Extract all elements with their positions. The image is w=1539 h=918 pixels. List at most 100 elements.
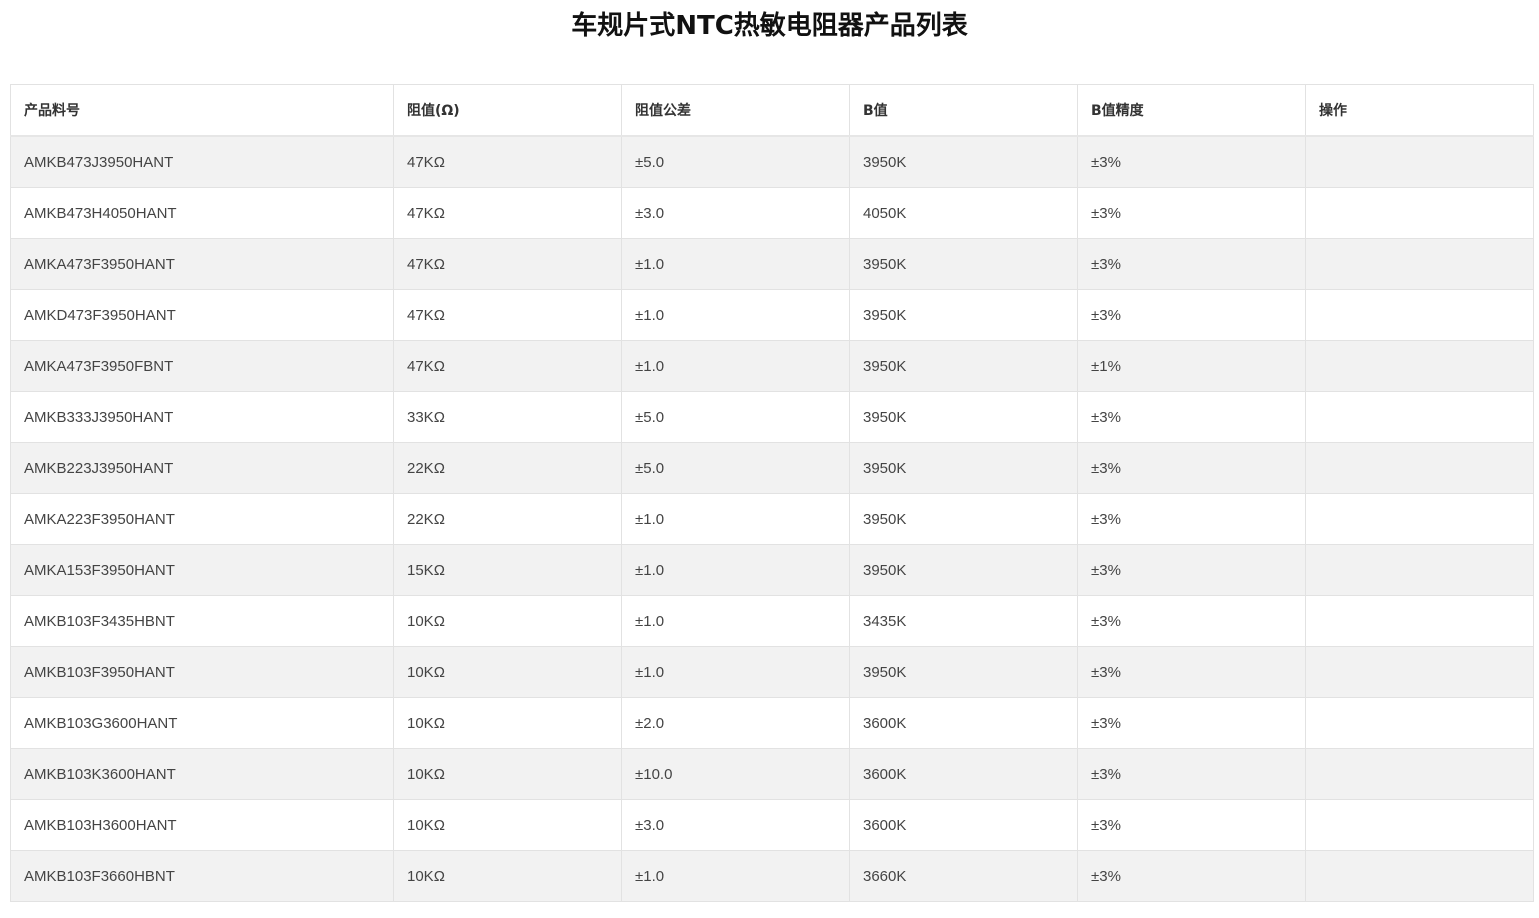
b-accuracy-cell: ±3%: [1077, 238, 1306, 290]
resistance-cell: 15KΩ: [393, 544, 622, 596]
product-table: 产品料号 阻值(Ω) 阻值公差 B值 B值精度 操作 AMKB473J3950H…: [10, 84, 1534, 902]
b-value-cell: 4050K: [849, 187, 1078, 239]
actions-cell[interactable]: [1305, 442, 1534, 494]
actions-cell[interactable]: [1305, 391, 1534, 443]
table-row[interactable]: AMKB103F3950HANT 10KΩ ±1.0 3950K ±3%: [10, 646, 1534, 698]
resistance-cell: 22KΩ: [393, 442, 622, 494]
table-row[interactable]: AMKA473F3950FBNT 47KΩ ±1.0 3950K ±1%: [10, 340, 1534, 392]
tolerance-cell: ±5.0: [621, 391, 850, 443]
part-number-cell: AMKA473F3950HANT: [10, 238, 394, 290]
resistance-cell: 33KΩ: [393, 391, 622, 443]
part-number-cell: AMKA223F3950HANT: [10, 493, 394, 545]
column-header-b-value[interactable]: B值: [849, 84, 1078, 137]
table-body: AMKB473J3950HANT 47KΩ ±5.0 3950K ±3% AMKB473H…: [10, 135, 1534, 902]
resistance-cell: 47KΩ: [393, 238, 622, 290]
column-header-b-value-accuracy[interactable]: B值精度: [1077, 84, 1306, 137]
table-header: 产品料号 阻值(Ω) 阻值公差 B值 B值精度 操作: [10, 84, 1534, 137]
b-value-cell: 3950K: [849, 646, 1078, 698]
resistance-cell: 47KΩ: [393, 187, 622, 239]
b-accuracy-cell: ±3%: [1077, 799, 1306, 851]
tolerance-cell: ±5.0: [621, 442, 850, 494]
table-row[interactable]: AMKD473F3950HANT 47KΩ ±1.0 3950K ±3%: [10, 289, 1534, 341]
b-value-cell: 3950K: [849, 493, 1078, 545]
tolerance-cell: ±1.0: [621, 340, 850, 392]
tolerance-cell: ±1.0: [621, 595, 850, 647]
tolerance-cell: ±5.0: [621, 135, 850, 188]
part-number-cell: AMKB223J3950HANT: [10, 442, 394, 494]
tolerance-cell: ±1.0: [621, 544, 850, 596]
table-row[interactable]: AMKB103F3660HBNT 10KΩ ±1.0 3660K ±3%: [10, 850, 1534, 902]
actions-cell[interactable]: [1305, 544, 1534, 596]
actions-cell[interactable]: [1305, 646, 1534, 698]
table-row[interactable]: AMKA223F3950HANT 22KΩ ±1.0 3950K ±3%: [10, 493, 1534, 545]
product-table-container: 产品料号 阻值(Ω) 阻值公差 B值 B值精度 操作 AMKB473J3950H…: [10, 84, 1534, 902]
b-accuracy-cell: ±3%: [1077, 595, 1306, 647]
resistance-cell: 10KΩ: [393, 850, 622, 902]
b-value-cell: 3660K: [849, 850, 1078, 902]
tolerance-cell: ±2.0: [621, 697, 850, 749]
tolerance-cell: ±1.0: [621, 646, 850, 698]
part-number-cell: AMKB103F3660HBNT: [10, 850, 394, 902]
actions-cell[interactable]: [1305, 340, 1534, 392]
actions-cell[interactable]: [1305, 697, 1534, 749]
actions-cell[interactable]: [1305, 493, 1534, 545]
actions-cell[interactable]: [1305, 289, 1534, 341]
part-number-cell: AMKB103F3950HANT: [10, 646, 394, 698]
resistance-cell: 22KΩ: [393, 493, 622, 545]
actions-cell[interactable]: [1305, 748, 1534, 800]
actions-cell[interactable]: [1305, 850, 1534, 902]
part-number-cell: AMKB103H3600HANT: [10, 799, 394, 851]
b-accuracy-cell: ±3%: [1077, 391, 1306, 443]
tolerance-cell: ±1.0: [621, 850, 850, 902]
tolerance-cell: ±3.0: [621, 187, 850, 239]
table-row[interactable]: AMKB223J3950HANT 22KΩ ±5.0 3950K ±3%: [10, 442, 1534, 494]
b-value-cell: 3600K: [849, 697, 1078, 749]
table-row[interactable]: AMKA153F3950HANT 15KΩ ±1.0 3950K ±3%: [10, 544, 1534, 596]
b-value-cell: 3950K: [849, 442, 1078, 494]
table-row[interactable]: AMKB103K3600HANT 10KΩ ±10.0 3600K ±3%: [10, 748, 1534, 800]
page-title: 车规片式NTC热敏电阻器产品列表: [571, 11, 968, 41]
table-row[interactable]: AMKB333J3950HANT 33KΩ ±5.0 3950K ±3%: [10, 391, 1534, 443]
part-number-cell: AMKB473H4050HANT: [10, 187, 394, 239]
part-number-cell: AMKB473J3950HANT: [10, 135, 394, 188]
table-row[interactable]: AMKB473H4050HANT 47KΩ ±3.0 4050K ±3%: [10, 187, 1534, 239]
resistance-cell: 47KΩ: [393, 289, 622, 341]
actions-cell[interactable]: [1305, 135, 1534, 188]
column-header-part-number[interactable]: 产品料号: [10, 84, 394, 137]
b-value-cell: 3600K: [849, 748, 1078, 800]
actions-cell[interactable]: [1305, 238, 1534, 290]
table-row[interactable]: AMKB103F3435HBNT 10KΩ ±1.0 3435K ±3%: [10, 595, 1534, 647]
b-value-cell: 3950K: [849, 391, 1078, 443]
part-number-cell: AMKA473F3950FBNT: [10, 340, 394, 392]
column-header-resistance[interactable]: 阻值(Ω): [393, 84, 622, 137]
b-value-cell: 3950K: [849, 135, 1078, 188]
actions-cell[interactable]: [1305, 187, 1534, 239]
table-row[interactable]: AMKB103G3600HANT 10KΩ ±2.0 3600K ±3%: [10, 697, 1534, 749]
column-header-resistance-tolerance[interactable]: 阻值公差: [621, 84, 850, 137]
tolerance-cell: ±3.0: [621, 799, 850, 851]
actions-cell[interactable]: [1305, 799, 1534, 851]
resistance-cell: 10KΩ: [393, 748, 622, 800]
b-accuracy-cell: ±3%: [1077, 289, 1306, 341]
actions-cell[interactable]: [1305, 595, 1534, 647]
b-accuracy-cell: ±3%: [1077, 442, 1306, 494]
b-value-cell: 3950K: [849, 544, 1078, 596]
b-accuracy-cell: ±3%: [1077, 850, 1306, 902]
b-value-cell: 3600K: [849, 799, 1078, 851]
part-number-cell: AMKB103F3435HBNT: [10, 595, 394, 647]
tolerance-cell: ±1.0: [621, 493, 850, 545]
part-number-cell: AMKB333J3950HANT: [10, 391, 394, 443]
b-value-cell: 3950K: [849, 238, 1078, 290]
b-value-cell: 3950K: [849, 289, 1078, 341]
tolerance-cell: ±1.0: [621, 238, 850, 290]
b-value-cell: 3950K: [849, 340, 1078, 392]
resistance-cell: 47KΩ: [393, 340, 622, 392]
tolerance-cell: ±1.0: [621, 289, 850, 341]
tolerance-cell: ±10.0: [621, 748, 850, 800]
table-row[interactable]: AMKB103H3600HANT 10KΩ ±3.0 3600K ±3%: [10, 799, 1534, 851]
column-header-actions: 操作: [1305, 84, 1534, 137]
table-row[interactable]: AMKB473J3950HANT 47KΩ ±5.0 3950K ±3%: [10, 135, 1534, 188]
b-accuracy-cell: ±3%: [1077, 697, 1306, 749]
resistance-cell: 10KΩ: [393, 697, 622, 749]
table-row[interactable]: AMKA473F3950HANT 47KΩ ±1.0 3950K ±3%: [10, 238, 1534, 290]
